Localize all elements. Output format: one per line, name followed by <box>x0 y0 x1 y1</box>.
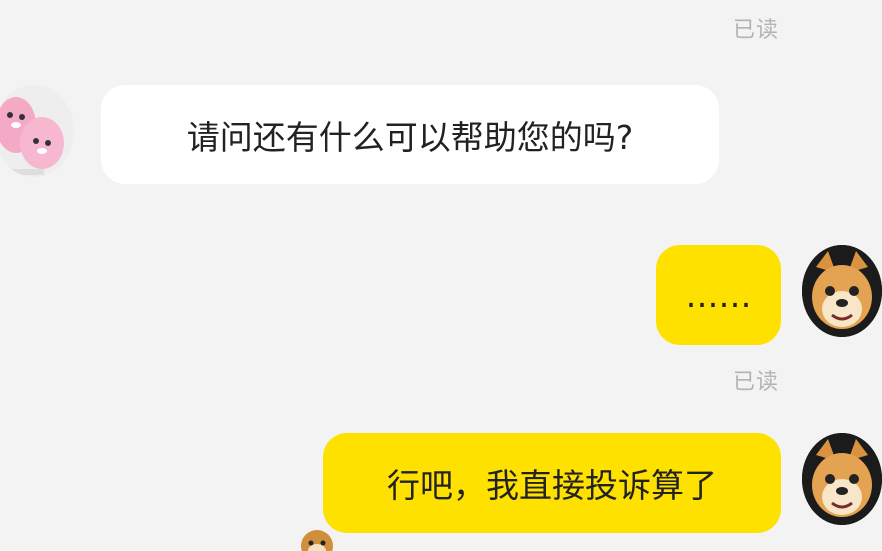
outgoing-message-text-1: …… <box>685 275 752 315</box>
shiba-sticker-icon <box>301 530 333 551</box>
incoming-message-text: 请问还有什么可以帮助您的吗? <box>186 117 634 157</box>
outgoing-message-text-2: 行吧，我直接投诉算了 <box>387 466 717 505</box>
incoming-message-bubble[interactable]: 请问还有什么可以帮助您的吗? <box>101 85 719 184</box>
outgoing-avatar-2[interactable] <box>802 433 882 525</box>
outgoing-message-bubble-1[interactable]: …… <box>656 245 781 345</box>
chat-screen: 已读 请问还有什么可以帮助您的吗? …… 已读 行吧，我直接投诉算了 <box>0 0 882 551</box>
outgoing-avatar-1[interactable] <box>802 245 882 337</box>
pink-plush-avatar-icon <box>0 85 74 177</box>
read-status-top: 已读 <box>733 18 780 43</box>
dog-sticker <box>296 526 338 551</box>
shiba-dog-avatar-icon <box>802 433 882 525</box>
incoming-avatar[interactable] <box>0 85 74 177</box>
shiba-dog-avatar-icon <box>802 245 882 337</box>
read-status-message-2: 已读 <box>733 370 780 395</box>
outgoing-message-bubble-2[interactable]: 行吧，我直接投诉算了 <box>323 433 781 533</box>
